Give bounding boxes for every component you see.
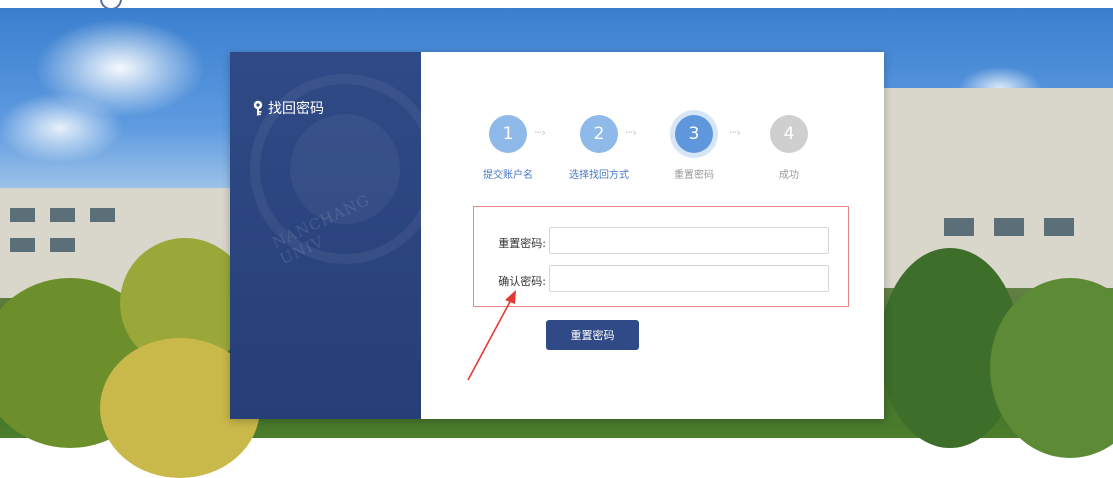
new-password-label: 重置密码: xyxy=(498,237,546,250)
step-4-circle: 4 xyxy=(770,115,808,153)
left-panel: NANCHANG UNIV 找回密码 xyxy=(230,52,421,419)
step-2-label: 选择找回方式 xyxy=(569,170,629,181)
step-arrow-icon: ···› xyxy=(534,126,546,139)
window xyxy=(10,238,35,252)
window xyxy=(10,208,35,222)
step-1-label: 提交账户名 xyxy=(483,170,533,181)
window xyxy=(1044,218,1074,236)
window xyxy=(50,238,75,252)
confirm-password-label: 确认密码: xyxy=(498,275,546,288)
step-2-circle: 2 xyxy=(580,115,618,153)
reset-password-button[interactable]: 重置密码 xyxy=(546,320,639,350)
window xyxy=(994,218,1024,236)
window xyxy=(90,208,115,222)
step-arrow-icon: ···› xyxy=(729,126,741,139)
password-reset-card: NANCHANG UNIV 找回密码 1 ···› 2 ···› 3 ···› … xyxy=(230,52,884,419)
new-password-input[interactable] xyxy=(549,227,829,254)
step-3-label: 重置密码 xyxy=(674,170,714,181)
step-1-circle: 1 xyxy=(489,115,527,153)
top-bar xyxy=(0,0,1113,8)
window xyxy=(944,218,974,236)
panel-title-text: 找回密码 xyxy=(268,101,324,117)
step-3-circle: 3 xyxy=(675,115,713,153)
window xyxy=(50,208,75,222)
panel-title: 找回密码 xyxy=(252,98,324,118)
password-form: 重置密码: 确认密码: xyxy=(473,206,849,307)
key-icon xyxy=(253,100,263,116)
step-4-label: 成功 xyxy=(779,170,799,181)
right-panel: 1 ···› 2 ···› 3 ···› 4 提交账户名 选择找回方式 重置密码… xyxy=(421,52,884,419)
confirm-password-input[interactable] xyxy=(549,265,829,292)
step-arrow-icon: ···› xyxy=(625,126,637,139)
